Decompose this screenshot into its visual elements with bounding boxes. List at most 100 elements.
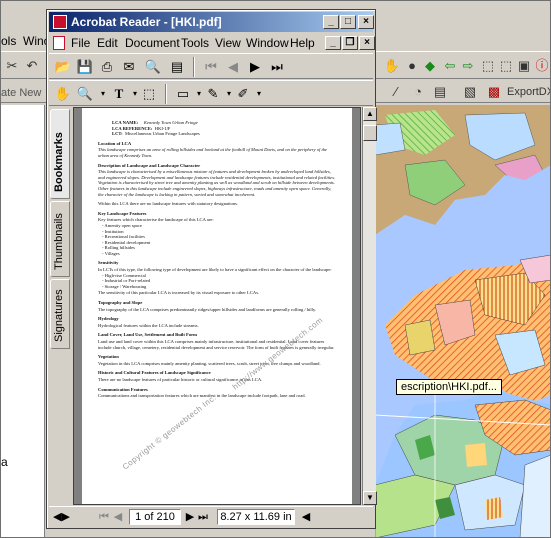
toolbar-separator [193,57,195,77]
show-hide-nav-icon[interactable]: ◀▶ [53,510,70,524]
map-tooltip: escription\HKI.pdf... [396,379,502,395]
doc-close-button[interactable]: × [359,36,375,50]
section-heading: Hydrology [98,316,119,322]
highlighter-dropdown-icon[interactable]: ▾ [249,85,269,103]
map-drawing [375,105,550,537]
window-title: Acrobat Reader - [HKI.pdf] [71,15,222,29]
first-page-icon[interactable]: ⏮ [201,58,221,76]
hand-tool-icon[interactable]: ✋ [53,85,73,103]
minimize-button[interactable]: _ [323,15,339,29]
section-heading: Communication Features [98,386,148,392]
select-elements-icon[interactable]: ⬚ [497,57,515,75]
document-sections: Location of LCA This landscape comprises … [98,141,336,399]
lct-row: LCT: Miscellaneous Urban Fringe Landscap… [112,131,336,137]
status-next-page-icon[interactable]: ▶ [185,510,195,524]
background-create-new-label[interactable]: ate New [1,87,41,99]
tab-thumbnails-label: Thumbnails [53,213,65,270]
acrobat-toolbar-1: 📂 💾 ⎙ ✉ 🔍 ▤ ⏮ ◀ ▶ ⏭ [49,53,373,79]
page-number-field[interactable]: 1 of 210 [129,509,181,525]
toolbar-separator-2 [165,84,167,104]
email-icon[interactable]: ✉ [119,58,139,76]
sketch-tool-icon[interactable]: ⁄ [387,83,405,101]
tab-thumbnails[interactable]: Thumbnails [50,201,70,277]
identify-icon[interactable]: ⓘ [533,57,550,75]
zoom-tool-icon[interactable]: 🔍 [75,85,95,103]
doc-minimize-button[interactable]: _ [325,36,341,50]
status-bar: ◀▶ ⏮ ◀ 1 of 210 ▶ ⏭ 8.27 x 11.69 in ◀ [49,506,373,526]
export-dx-button[interactable]: ExportDX [507,86,550,98]
lca-ref-label: LCA REFERENCE: [112,125,153,131]
section-heading: Key Landscape Features [98,210,147,216]
acrobat-menubar: File Edit Document Tools View Window Hel… [49,34,375,52]
layout-icon[interactable]: ▤ [431,83,449,101]
acrobat-title-bar[interactable]: Acrobat Reader - [HKI.pdf] _ □ × [49,12,374,32]
clear-selection-icon[interactable]: ▣ [515,57,533,75]
cut-icon[interactable]: ✂ [3,57,21,75]
scroll-thumb[interactable] [363,125,377,141]
graphics-select-icon[interactable]: ⬚ [139,85,159,103]
lca-name-label: LCA NAME: [112,120,139,125]
menu-edit[interactable]: Edit [97,36,118,50]
acrobat-toolbar-2: ✋ 🔍 ▾ T ▾ ⬚ ▭ ▾ ✎ ▾ ✐ ▾ [49,80,373,106]
tab-bookmarks[interactable]: Bookmarks [50,109,70,199]
tab-bookmarks-label: Bookmarks [53,132,65,192]
status-last-page-icon[interactable]: ⏭ [197,510,209,524]
document-icon[interactable] [53,36,65,50]
pdf-page: LCA NAME: Kennedy Town Urban Fringe LCA … [82,108,352,504]
open-icon[interactable]: 📂 [53,58,73,76]
vertical-scrollbar[interactable]: ▲ ▼ [362,107,377,505]
save-icon[interactable]: 💾 [75,58,95,76]
section-text: The topography of the LCA comprises pred… [98,306,317,312]
section-heading: Topography and Slope [98,300,143,306]
menu-document[interactable]: Document [125,36,180,50]
map-canvas[interactable] [375,105,550,537]
pan-hand-icon[interactable]: ✋ [383,57,401,75]
section-text: This landscape comprises an area of roll… [98,147,328,158]
back-icon[interactable]: ⇦ [441,57,459,75]
next-page-icon[interactable]: ▶ [245,58,265,76]
acrobat-reader-window[interactable]: Acrobat Reader - [HKI.pdf] _ □ × File Ed… [46,9,377,529]
section-text: This landscape is characterised by a mis… [98,169,336,197]
picture-icon[interactable]: ▧ [461,83,479,101]
scroll-down-icon[interactable]: ▼ [363,491,377,505]
tab-signatures-label: Signatures [53,289,65,342]
show-navigation-icon[interactable]: ▤ [167,58,187,76]
list-item: - Villages [102,250,120,256]
tool-icon[interactable]: ◔ [409,83,427,101]
undo-icon[interactable]: ↶ [23,57,41,75]
maximize-button[interactable]: □ [340,15,356,29]
section-text: Hydrological features within the LCA inc… [98,322,199,328]
menu-view[interactable]: View [215,36,241,50]
export-icon[interactable]: ▩ [485,83,503,101]
section-text: The sensitivity of this particular LCA i… [98,290,260,296]
section-heading: Vegetation [98,354,119,360]
acrobat-app-icon[interactable] [53,15,67,29]
menu-help[interactable]: Help [290,36,315,50]
screenshot-frame: ols Winc ✂ ↶ ✋ ● ◆ ⇦ ⇨ ⬚ ⬚ ▣ ⓘ ⁄ ◔ ▤ ▧ ▩… [0,0,551,538]
previous-page-icon[interactable]: ◀ [223,58,243,76]
page-size-field: 8.27 x 11.69 in [217,509,295,525]
list-item: - Storage / Warehousing [102,283,147,289]
full-extent-icon[interactable]: ◆ [421,57,439,75]
background-left-letter: a [1,455,8,469]
document-view[interactable]: LCA NAME: Kennedy Town Urban Fringe LCA … [73,107,361,505]
background-left-panel [1,105,45,537]
scroll-up-icon[interactable]: ▲ [363,107,377,121]
section-heading: Description of Landscape and Landscape C… [98,162,201,168]
find-icon[interactable]: 🔍 [143,58,163,76]
forward-icon[interactable]: ⇨ [459,57,477,75]
close-button[interactable]: × [358,15,374,29]
menu-file[interactable]: File [71,36,90,50]
last-page-icon[interactable]: ⏭ [267,58,287,76]
globe-icon[interactable]: ● [403,57,421,75]
tab-signatures[interactable]: Signatures [50,279,70,349]
status-first-page-icon[interactable]: ⏮ [99,510,109,524]
status-scroll-left-icon[interactable]: ◀ [301,510,311,524]
background-menu-tools[interactable]: ols [1,34,16,48]
menu-tools[interactable]: Tools [181,36,209,50]
status-prev-page-icon[interactable]: ◀ [113,510,123,524]
menu-window[interactable]: Window [246,36,289,50]
select-features-icon[interactable]: ⬚ [479,57,497,75]
print-icon[interactable]: ⎙ [97,58,117,76]
doc-restore-button[interactable]: ❐ [342,36,358,50]
